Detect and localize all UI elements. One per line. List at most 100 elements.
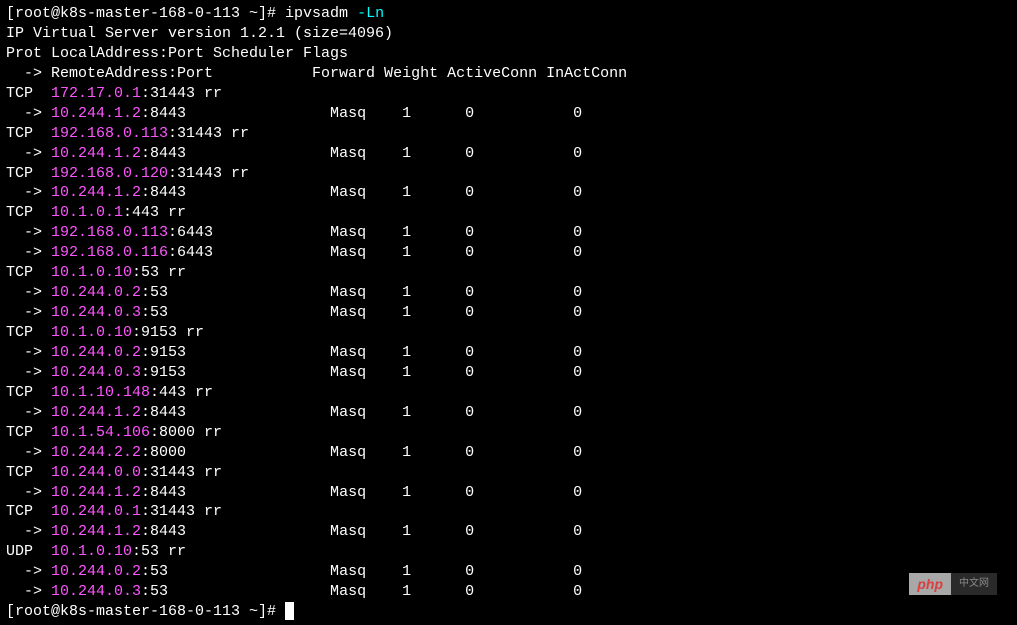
destination-stats: :6443 Masq 1 0 0 bbox=[168, 244, 582, 261]
protocol: TCP bbox=[6, 424, 51, 441]
remote-ip: 10.244.1.2 bbox=[51, 523, 141, 540]
protocol: TCP bbox=[6, 264, 51, 281]
local-ip: 192.168.0.113 bbox=[51, 125, 168, 142]
protocol: TCP bbox=[6, 165, 51, 182]
destination-line: -> 10.244.0.2:53 Masq 1 0 0 bbox=[6, 562, 1011, 582]
local-port-scheduler: :9153 rr bbox=[132, 324, 204, 341]
destination-stats: :8443 Masq 1 0 0 bbox=[141, 404, 582, 421]
protocol: TCP bbox=[6, 324, 51, 341]
arrow: -> bbox=[6, 364, 51, 381]
local-port-scheduler: :443 rr bbox=[150, 384, 213, 401]
protocol: TCP bbox=[6, 503, 51, 520]
service-line: TCP 10.244.0.0:31443 rr bbox=[6, 463, 1011, 483]
protocol: UDP bbox=[6, 543, 51, 560]
destination-stats: :53 Masq 1 0 0 bbox=[141, 304, 582, 321]
service-line: TCP 10.1.0.10:53 rr bbox=[6, 263, 1011, 283]
remote-ip: 10.244.1.2 bbox=[51, 484, 141, 501]
destination-line: -> 10.244.0.3:53 Masq 1 0 0 bbox=[6, 303, 1011, 323]
command-name: ipvsadm bbox=[285, 5, 357, 22]
local-port-scheduler: :31443 rr bbox=[168, 165, 249, 182]
arrow: -> bbox=[6, 583, 51, 600]
arrow: -> bbox=[6, 145, 51, 162]
destination-stats: :8443 Masq 1 0 0 bbox=[141, 523, 582, 540]
destination-line: -> 10.244.1.2:8443 Masq 1 0 0 bbox=[6, 403, 1011, 423]
local-ip: 10.1.0.10 bbox=[51, 543, 132, 560]
destination-line: -> 10.244.2.2:8000 Masq 1 0 0 bbox=[6, 443, 1011, 463]
destination-stats: :9153 Masq 1 0 0 bbox=[141, 344, 582, 361]
local-port-scheduler: :53 rr bbox=[132, 543, 186, 560]
protocol: TCP bbox=[6, 464, 51, 481]
destination-line: -> 10.244.0.3:9153 Masq 1 0 0 bbox=[6, 363, 1011, 383]
watermark-php: php bbox=[909, 573, 951, 595]
destination-stats: :8443 Masq 1 0 0 bbox=[141, 484, 582, 501]
terminal-output: [root@k8s-master-168-0-113 ~]# ipvsadm -… bbox=[6, 4, 1011, 622]
service-line: TCP 10.244.0.1:31443 rr bbox=[6, 502, 1011, 522]
watermark-logo: php 中文网 bbox=[909, 573, 997, 595]
protocol: TCP bbox=[6, 85, 51, 102]
service-line: TCP 172.17.0.1:31443 rr bbox=[6, 84, 1011, 104]
local-ip: 10.1.0.10 bbox=[51, 264, 132, 281]
destination-stats: :8000 Masq 1 0 0 bbox=[141, 444, 582, 461]
protocol: TCP bbox=[6, 384, 51, 401]
destination-line: -> 192.168.0.116:6443 Masq 1 0 0 bbox=[6, 243, 1011, 263]
destination-line: -> 10.244.0.2:53 Masq 1 0 0 bbox=[6, 283, 1011, 303]
destination-line: -> 10.244.0.3:53 Masq 1 0 0 bbox=[6, 582, 1011, 602]
arrow: -> bbox=[6, 224, 51, 241]
local-ip: 10.1.0.10 bbox=[51, 324, 132, 341]
destination-stats: :53 Masq 1 0 0 bbox=[141, 563, 582, 580]
local-ip: 10.1.54.106 bbox=[51, 424, 150, 441]
arrow: -> bbox=[6, 105, 51, 122]
local-port-scheduler: :31443 rr bbox=[141, 503, 222, 520]
remote-ip: 10.244.1.2 bbox=[51, 145, 141, 162]
destination-line: -> 10.244.1.2:8443 Masq 1 0 0 bbox=[6, 104, 1011, 124]
destination-line: -> 10.244.1.2:8443 Masq 1 0 0 bbox=[6, 522, 1011, 542]
shell-prompt: [root@k8s-master-168-0-113 ~]# bbox=[6, 603, 285, 620]
destination-stats: :8443 Masq 1 0 0 bbox=[141, 105, 582, 122]
destination-line: -> 10.244.0.2:9153 Masq 1 0 0 bbox=[6, 343, 1011, 363]
arrow: -> bbox=[6, 344, 51, 361]
destination-line: -> 10.244.1.2:8443 Masq 1 0 0 bbox=[6, 183, 1011, 203]
destination-stats: :6443 Masq 1 0 0 bbox=[168, 224, 582, 241]
local-port-scheduler: :31443 rr bbox=[141, 85, 222, 102]
local-ip: 10.244.0.0 bbox=[51, 464, 141, 481]
remote-ip: 10.244.1.2 bbox=[51, 404, 141, 421]
service-line: UDP 10.1.0.10:53 rr bbox=[6, 542, 1011, 562]
arrow: -> bbox=[6, 244, 51, 261]
destination-stats: :8443 Masq 1 0 0 bbox=[141, 145, 582, 162]
arrow: -> bbox=[6, 484, 51, 501]
local-port-scheduler: :8000 rr bbox=[150, 424, 222, 441]
destination-line: -> 192.168.0.113:6443 Masq 1 0 0 bbox=[6, 223, 1011, 243]
remote-ip: 10.244.1.2 bbox=[51, 184, 141, 201]
local-ip: 192.168.0.120 bbox=[51, 165, 168, 182]
protocol: TCP bbox=[6, 204, 51, 221]
local-port-scheduler: :53 rr bbox=[132, 264, 186, 281]
prompt-line[interactable]: [root@k8s-master-168-0-113 ~]# ipvsadm -… bbox=[6, 4, 1011, 24]
header-line: -> RemoteAddress:Port Forward Weight Act… bbox=[6, 64, 1011, 84]
destination-stats: :53 Masq 1 0 0 bbox=[141, 284, 582, 301]
service-line: TCP 192.168.0.120:31443 rr bbox=[6, 164, 1011, 184]
arrow: -> bbox=[6, 563, 51, 580]
arrow: -> bbox=[6, 444, 51, 461]
local-ip: 10.1.0.1 bbox=[51, 204, 123, 221]
remote-ip: 10.244.0.3 bbox=[51, 304, 141, 321]
header-line: Prot LocalAddress:Port Scheduler Flags bbox=[6, 44, 1011, 64]
prompt-line[interactable]: [root@k8s-master-168-0-113 ~]# bbox=[6, 602, 1011, 622]
destination-line: -> 10.244.1.2:8443 Masq 1 0 0 bbox=[6, 483, 1011, 503]
local-ip: 10.1.10.148 bbox=[51, 384, 150, 401]
local-port-scheduler: :443 rr bbox=[123, 204, 186, 221]
service-line: TCP 192.168.0.113:31443 rr bbox=[6, 124, 1011, 144]
local-ip: 172.17.0.1 bbox=[51, 85, 141, 102]
local-port-scheduler: :31443 rr bbox=[168, 125, 249, 142]
arrow: -> bbox=[6, 304, 51, 321]
arrow: -> bbox=[6, 184, 51, 201]
destination-stats: :8443 Masq 1 0 0 bbox=[141, 184, 582, 201]
destination-stats: :53 Masq 1 0 0 bbox=[141, 583, 582, 600]
protocol: TCP bbox=[6, 125, 51, 142]
remote-ip: 10.244.0.2 bbox=[51, 563, 141, 580]
shell-prompt: [root@k8s-master-168-0-113 ~]# bbox=[6, 5, 285, 22]
watermark-cn: 中文网 bbox=[951, 573, 997, 595]
local-port-scheduler: :31443 rr bbox=[141, 464, 222, 481]
remote-ip: 10.244.0.3 bbox=[51, 364, 141, 381]
remote-ip: 10.244.0.2 bbox=[51, 284, 141, 301]
remote-ip: 10.244.0.2 bbox=[51, 344, 141, 361]
